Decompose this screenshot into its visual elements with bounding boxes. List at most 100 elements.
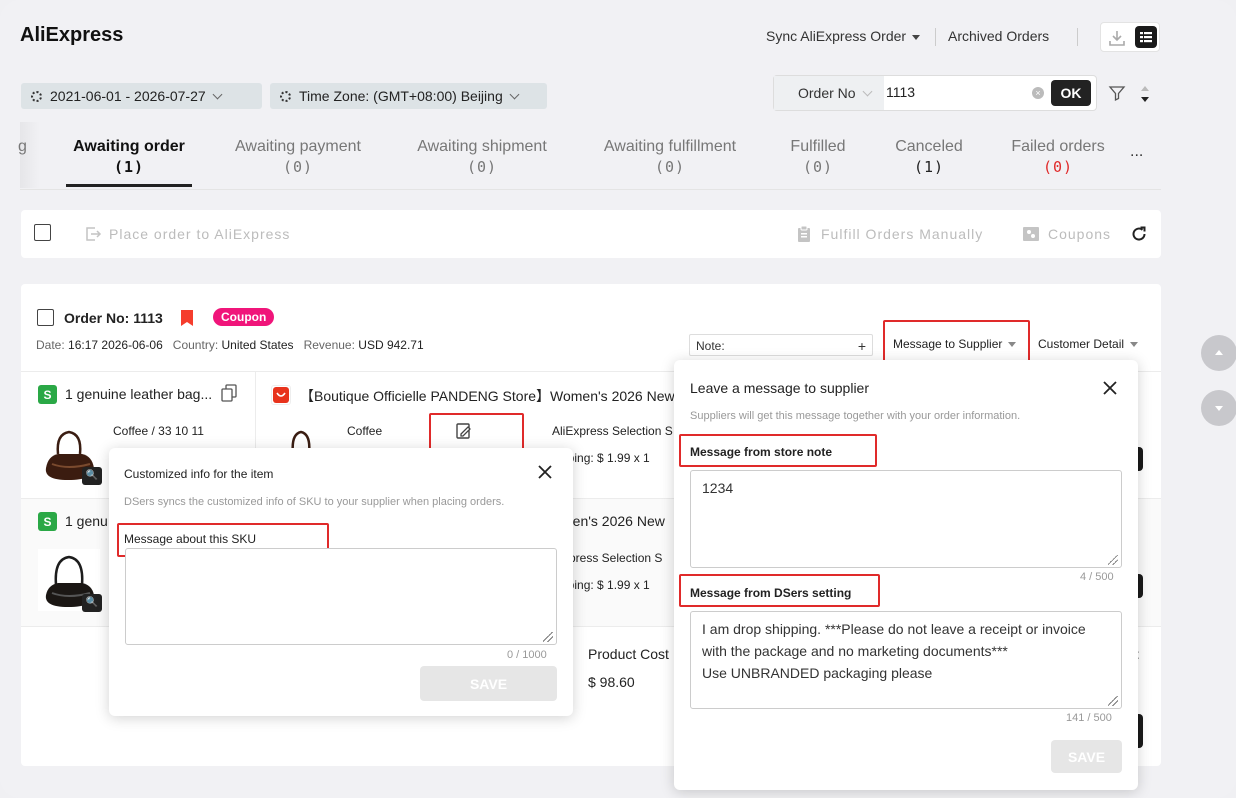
message-supplier-label: Message to Supplier: [893, 337, 1003, 351]
coupons-button[interactable]: Coupons: [1048, 226, 1111, 242]
customer-detail-button[interactable]: Customer Detail: [1038, 337, 1139, 351]
store-note-textarea[interactable]: 1234: [690, 470, 1122, 568]
shopify-icon: S: [38, 385, 57, 404]
resize-handle[interactable]: [543, 632, 553, 642]
filter-icon[interactable]: [1108, 84, 1126, 107]
product-title[interactable]: 1 genuine leather bag...: [65, 386, 212, 402]
tab-awaiting-payment[interactable]: Awaiting payment (0): [222, 137, 374, 177]
customer-detail-label: Customer Detail: [1038, 337, 1125, 351]
tab-awaiting-shipment[interactable]: Awaiting shipment (0): [402, 137, 562, 177]
caret-down-icon: [912, 34, 921, 40]
tab-count: (1): [113, 158, 145, 176]
list-view-icon[interactable]: [1135, 26, 1157, 48]
tab-count: (1): [913, 158, 945, 176]
bookmark-icon[interactable]: [180, 309, 194, 332]
archived-orders-link[interactable]: Archived Orders: [948, 28, 1049, 44]
edit-note-icon[interactable]: [455, 422, 473, 445]
scroll-down-button[interactable]: [1201, 390, 1236, 426]
caret-down-icon: [1008, 342, 1017, 348]
sync-order-label: Sync AliExpress Order: [766, 28, 907, 44]
revenue-label: Revenue:: [303, 338, 355, 352]
tab-hidden[interactable]: g: [18, 137, 27, 157]
tab-canceled[interactable]: Canceled (1): [884, 137, 974, 177]
refresh-icon[interactable]: [1130, 225, 1148, 248]
fulfill-manually-button[interactable]: Fulfill Orders Manually: [821, 226, 983, 242]
bulk-action-bar: Place order to AliExpress Fulfill Orders…: [21, 210, 1161, 258]
popup-description: Suppliers will get this message together…: [690, 410, 1021, 422]
divider: [1077, 28, 1078, 46]
tab-awaiting-order[interactable]: Awaiting order (1): [66, 137, 192, 177]
app-window: AliExpress Sync AliExpress Order Archive…: [0, 0, 1236, 798]
order-search: Order No × OK: [773, 75, 1097, 111]
zoom-icon[interactable]: 🔍: [82, 594, 102, 612]
sort-icon[interactable]: [1139, 84, 1151, 109]
tab-label: Awaiting order: [73, 138, 185, 155]
search-input[interactable]: [886, 84, 1016, 100]
clipboard-icon: [796, 224, 812, 249]
popup-description: DSers syncs the customized info of SKU t…: [124, 496, 505, 508]
tab-failed-orders[interactable]: Failed orders (0): [1002, 137, 1114, 177]
highlight-box: [429, 413, 524, 453]
close-icon[interactable]: [1102, 380, 1118, 401]
resize-handle[interactable]: [1108, 696, 1118, 706]
product-title[interactable]: 1 genu: [65, 513, 108, 529]
product-variant: Coffee / 33 10 11: [113, 424, 204, 438]
tab-awaiting-fulfillment[interactable]: Awaiting fulfillment (0): [590, 137, 750, 177]
country-label: Country:: [172, 338, 219, 352]
scroll-up-button[interactable]: [1201, 335, 1236, 371]
search-ok-button[interactable]: OK: [1051, 80, 1091, 106]
tab-label: Awaiting fulfillment: [603, 138, 737, 155]
message-supplier-button[interactable]: Message to Supplier: [893, 337, 1017, 351]
shipping-method[interactable]: xpress Selection S: [563, 551, 662, 565]
tab-label: Canceled: [895, 138, 963, 155]
date-value: 16:17 2026-06-06: [68, 338, 163, 352]
resize-handle[interactable]: [1108, 555, 1118, 565]
more-tabs-button[interactable]: ...: [1130, 142, 1143, 162]
close-icon[interactable]: [537, 463, 553, 483]
ali-product-title[interactable]: men's 2026 New: [561, 513, 665, 529]
supplier-message-popup: Leave a message to supplier Suppliers wi…: [674, 360, 1138, 790]
note-field[interactable]: Note: +: [689, 334, 873, 356]
tab-count: (0): [654, 158, 686, 176]
active-tab-indicator: [66, 184, 192, 187]
sku-message-popup: Customized info for the item DSers syncs…: [109, 448, 573, 716]
order-checkbox[interactable]: [37, 309, 54, 326]
divider: [935, 28, 936, 46]
sku-message-textarea[interactable]: [125, 548, 557, 645]
date-range-picker[interactable]: 2021-06-01 - 2026-07-27: [21, 83, 262, 109]
coupon-icon: [1022, 225, 1040, 248]
tab-label: Failed orders: [1011, 138, 1105, 155]
date-range-value: 2021-06-01 - 2026-07-27: [50, 88, 206, 104]
shipping-cost: pping: $ 1.99 x 1: [561, 578, 650, 592]
clock-icon: [31, 90, 42, 102]
aliexpress-icon: [271, 385, 291, 405]
download-icon[interactable]: [1107, 28, 1127, 48]
sync-order-dropdown[interactable]: Sync AliExpress Order: [766, 28, 921, 44]
dsers-setting-textarea[interactable]: I am drop shipping. ***Please do not lea…: [690, 611, 1122, 709]
ali-product-title[interactable]: 【Boutique Officielle PANDENG Store】Women…: [300, 386, 675, 406]
clear-icon[interactable]: ×: [1032, 87, 1044, 99]
search-field-select[interactable]: Order No: [774, 76, 884, 110]
shipping-method[interactable]: AliExpress Selection S: [552, 424, 673, 438]
select-all-checkbox[interactable]: [34, 224, 51, 241]
ali-variant: Coffee: [347, 424, 383, 438]
place-order-button[interactable]: Place order to AliExpress: [109, 226, 290, 242]
dsers-setting-label: Message from DSers setting: [690, 586, 852, 600]
product-cost-value: $ 98.60: [588, 674, 635, 690]
char-counter: 141 / 500: [1066, 712, 1112, 724]
zoom-icon[interactable]: 🔍: [82, 467, 102, 485]
order-no-label: Order No:: [64, 310, 130, 326]
save-button[interactable]: SAVE: [420, 666, 557, 701]
store-note-label: Message from store note: [690, 445, 833, 459]
date-label: Date:: [36, 338, 65, 352]
popup-title: Leave a message to supplier: [690, 380, 869, 396]
copy-icon[interactable]: [221, 384, 237, 407]
timezone-picker[interactable]: Time Zone: (GMT+08:00) Beijing: [270, 83, 547, 109]
product-cost-label: Product Cost: [588, 646, 669, 662]
tab-fulfilled[interactable]: Fulfilled (0): [778, 137, 858, 177]
sku-message-label: Message about this SKU: [124, 532, 257, 546]
save-button[interactable]: SAVE: [1051, 740, 1122, 773]
chevron-down-icon: [212, 89, 223, 99]
add-note-icon[interactable]: +: [858, 338, 866, 354]
caret-down-icon: [1130, 342, 1139, 348]
